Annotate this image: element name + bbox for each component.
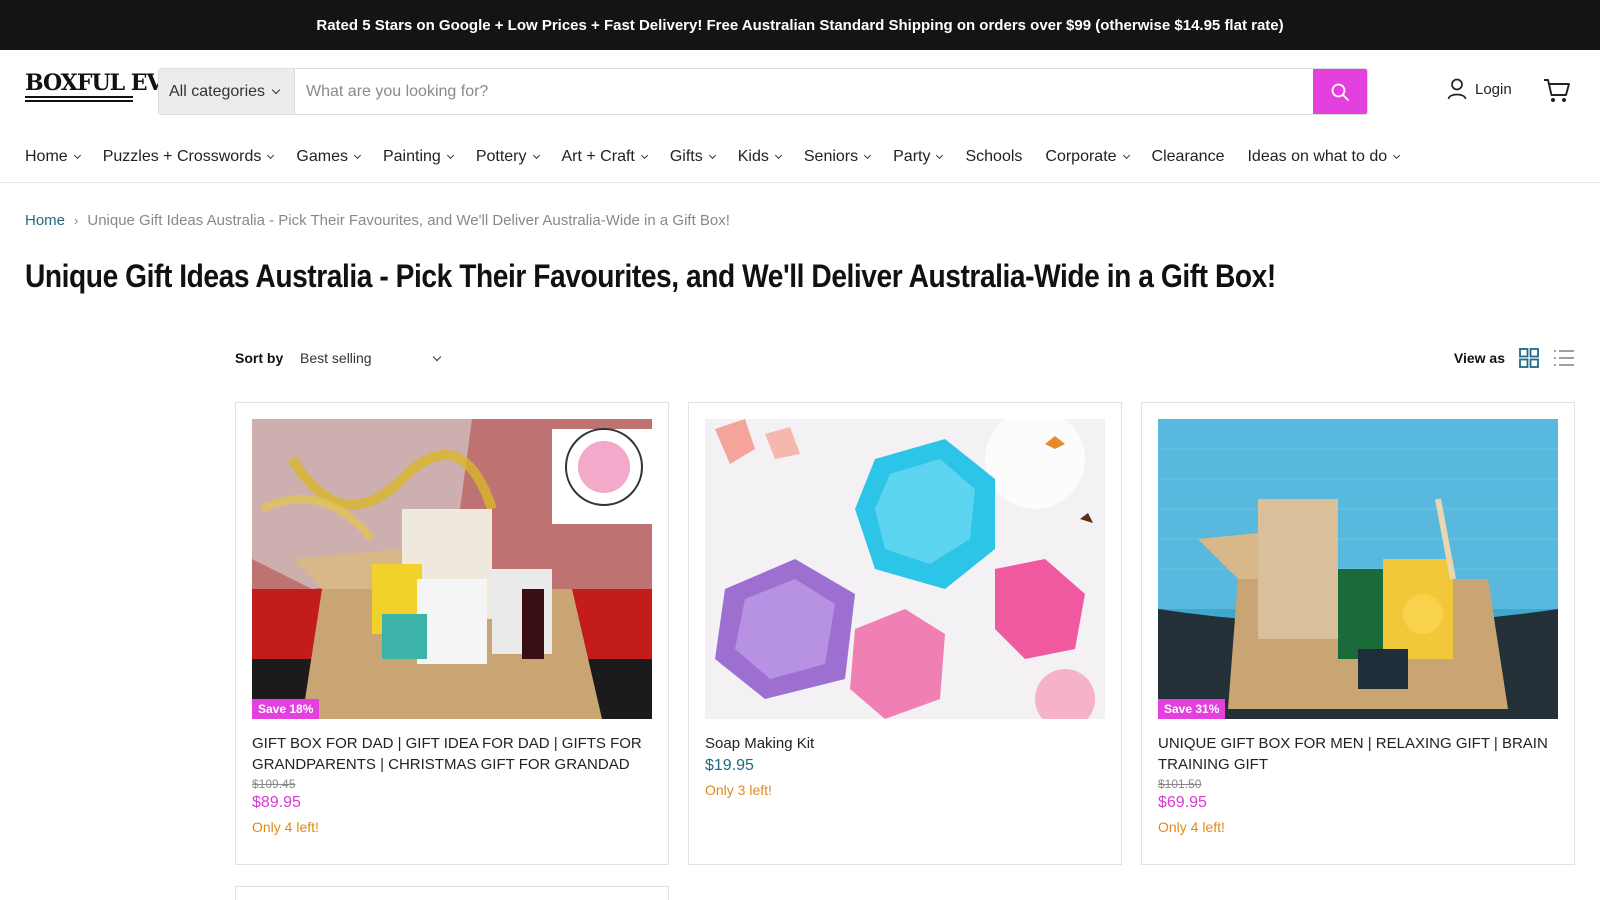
nav-item-label: Seniors (803, 148, 859, 165)
sale-price: $69.95 (1158, 794, 1207, 811)
login-label: Login (1475, 80, 1512, 98)
nav-item-label: Pottery (475, 148, 527, 165)
product-prices: $109.45 $89.95 Only 4 left! (252, 777, 652, 835)
category-select[interactable]: All categories (159, 69, 295, 114)
nav-item-label: Ideas on what to do (1247, 148, 1388, 165)
stock-status: Only 4 left! (1158, 819, 1225, 835)
nav-item-label: Kids (737, 148, 769, 165)
product-card-partial[interactable] (235, 886, 669, 900)
nav-item-label: Art + Craft (561, 148, 635, 165)
sort-selected-value: Best selling (300, 350, 372, 366)
nav-item-party[interactable]: Party (893, 148, 944, 166)
nav-item-painting[interactable]: Painting (382, 148, 454, 166)
product-card[interactable]: Save 31% UNIQUE GIFT BOX FOR MEN | RELAX… (1141, 402, 1575, 865)
sale-price: $19.95 (705, 757, 754, 774)
chevron-down-icon (640, 151, 648, 160)
product-photo-gift-box-dad (252, 419, 652, 719)
view-as-label: View as (1453, 350, 1505, 366)
page-title: Unique Gift Ideas Australia - Pick Their… (25, 258, 1276, 294)
grid-view-icon[interactable] (1519, 348, 1539, 368)
nav-item-label: Party (893, 148, 931, 165)
save-badge: Save 18% (252, 699, 320, 719)
chevron-down-icon (864, 151, 872, 160)
nav-item-label: Corporate (1045, 148, 1117, 165)
product-title[interactable]: UNIQUE GIFT BOX FOR MEN | RELAXING GIFT … (1158, 733, 1558, 775)
chevron-down-icon (708, 151, 716, 160)
chevron-down-icon (936, 151, 944, 160)
chevron-down-icon (271, 85, 281, 95)
chevron-down-icon (1122, 151, 1130, 160)
list-view-icon[interactable] (1553, 348, 1575, 368)
sale-price: $89.95 (252, 794, 301, 811)
product-image[interactable]: Save 31% (1158, 419, 1558, 719)
product-prices: $19.95 Only 3 left! (705, 757, 1105, 798)
nav-item-art-craft[interactable]: Art + Craft (561, 148, 648, 166)
product-card[interactable]: Soap Making Kit $19.95 Only 3 left! (688, 402, 1122, 865)
product-title[interactable]: GIFT BOX FOR DAD | GIFT IDEA FOR DAD | G… (252, 733, 652, 775)
nav-item-label: Gifts (669, 148, 703, 165)
compare-price: $101.50 (1158, 777, 1202, 791)
nav-item-home[interactable]: Home (25, 148, 81, 166)
search-input[interactable] (295, 69, 1313, 114)
breadcrumb-current: Unique Gift Ideas Australia - Pick Their… (87, 212, 730, 229)
site-header: BOXFUL EVENTS All categories Login Home (0, 50, 1600, 183)
nav-item-games[interactable]: Games (296, 148, 362, 166)
nav-item-label: Games (296, 148, 348, 165)
nav-item-ideas-on-what-to-do[interactable]: Ideas on what to do (1247, 148, 1401, 166)
cart-button[interactable] (1543, 78, 1571, 109)
nav-item-label: Home (25, 148, 68, 165)
product-photo-soap-kit (705, 419, 1105, 719)
search-icon (1331, 83, 1349, 101)
site-logo[interactable]: BOXFUL EVENTS (25, 70, 229, 112)
chevron-down-icon (73, 151, 81, 160)
nav-item-puzzles-crosswords[interactable]: Puzzles + Crosswords (102, 148, 275, 166)
nav-item-kids[interactable]: Kids (737, 148, 782, 166)
chevron-down-icon (1393, 151, 1401, 160)
login-link[interactable]: Login (1447, 78, 1512, 100)
chevron-down-icon (532, 151, 540, 160)
chevron-down-icon (446, 151, 454, 160)
breadcrumb: Home › Unique Gift Ideas Australia - Pic… (25, 212, 730, 229)
logo-underline (25, 96, 133, 102)
category-select-label: All categories (169, 82, 266, 100)
collection-toolbar: Sort by Best selling View as (235, 348, 1575, 372)
product-title[interactable]: Soap Making Kit (705, 733, 1105, 754)
chevron-down-icon (774, 151, 782, 160)
product-card[interactable]: Save 18% GIFT BOX FOR DAD | GIFT IDEA FO… (235, 402, 669, 865)
user-icon (1447, 78, 1467, 100)
search-button[interactable] (1313, 69, 1367, 114)
chevron-down-icon (353, 151, 362, 160)
search-bar: All categories (158, 68, 1368, 115)
nav-item-pottery[interactable]: Pottery (475, 148, 540, 166)
product-prices: $101.50 $69.95 Only 4 left! (1158, 777, 1558, 835)
announcement-text: Rated 5 Stars on Google + Low Prices + F… (316, 16, 1284, 34)
nav-item-label: Painting (382, 148, 441, 165)
sort-label: Sort by (235, 350, 284, 366)
announcement-bar: Rated 5 Stars on Google + Low Prices + F… (0, 0, 1600, 50)
nav-item-label: Clearance (1151, 148, 1225, 165)
nav-item-corporate[interactable]: Corporate (1045, 148, 1130, 166)
main-nav: Home Puzzles + Crosswords Games Painting Pot… (25, 142, 1422, 172)
sort-select[interactable]: Best selling (300, 350, 442, 366)
product-photo-gift-box-men (1158, 419, 1558, 719)
save-badge: Save 31% (1158, 699, 1226, 719)
stock-status: Only 4 left! (252, 819, 319, 835)
breadcrumb-home[interactable]: Home (25, 212, 65, 229)
compare-price: $109.45 (252, 777, 296, 791)
nav-item-gifts[interactable]: Gifts (669, 148, 716, 166)
chevron-down-icon (267, 151, 275, 160)
nav-item-seniors[interactable]: Seniors (803, 148, 872, 166)
breadcrumb-separator-icon: › (74, 213, 79, 228)
stock-status: Only 3 left! (705, 782, 772, 798)
product-image[interactable]: Save 18% (252, 419, 652, 719)
nav-item-label: Schools (965, 148, 1023, 165)
view-toggle: View as (1454, 348, 1575, 368)
cart-icon (1544, 79, 1570, 102)
nav-item-clearance[interactable]: Clearance (1152, 148, 1225, 166)
nav-item-label: Puzzles + Crosswords (102, 148, 262, 165)
logo-text: BOXFUL EVENTS (25, 70, 229, 96)
product-image[interactable] (705, 419, 1105, 719)
chevron-down-icon (432, 352, 442, 361)
nav-item-schools[interactable]: Schools (965, 148, 1022, 166)
